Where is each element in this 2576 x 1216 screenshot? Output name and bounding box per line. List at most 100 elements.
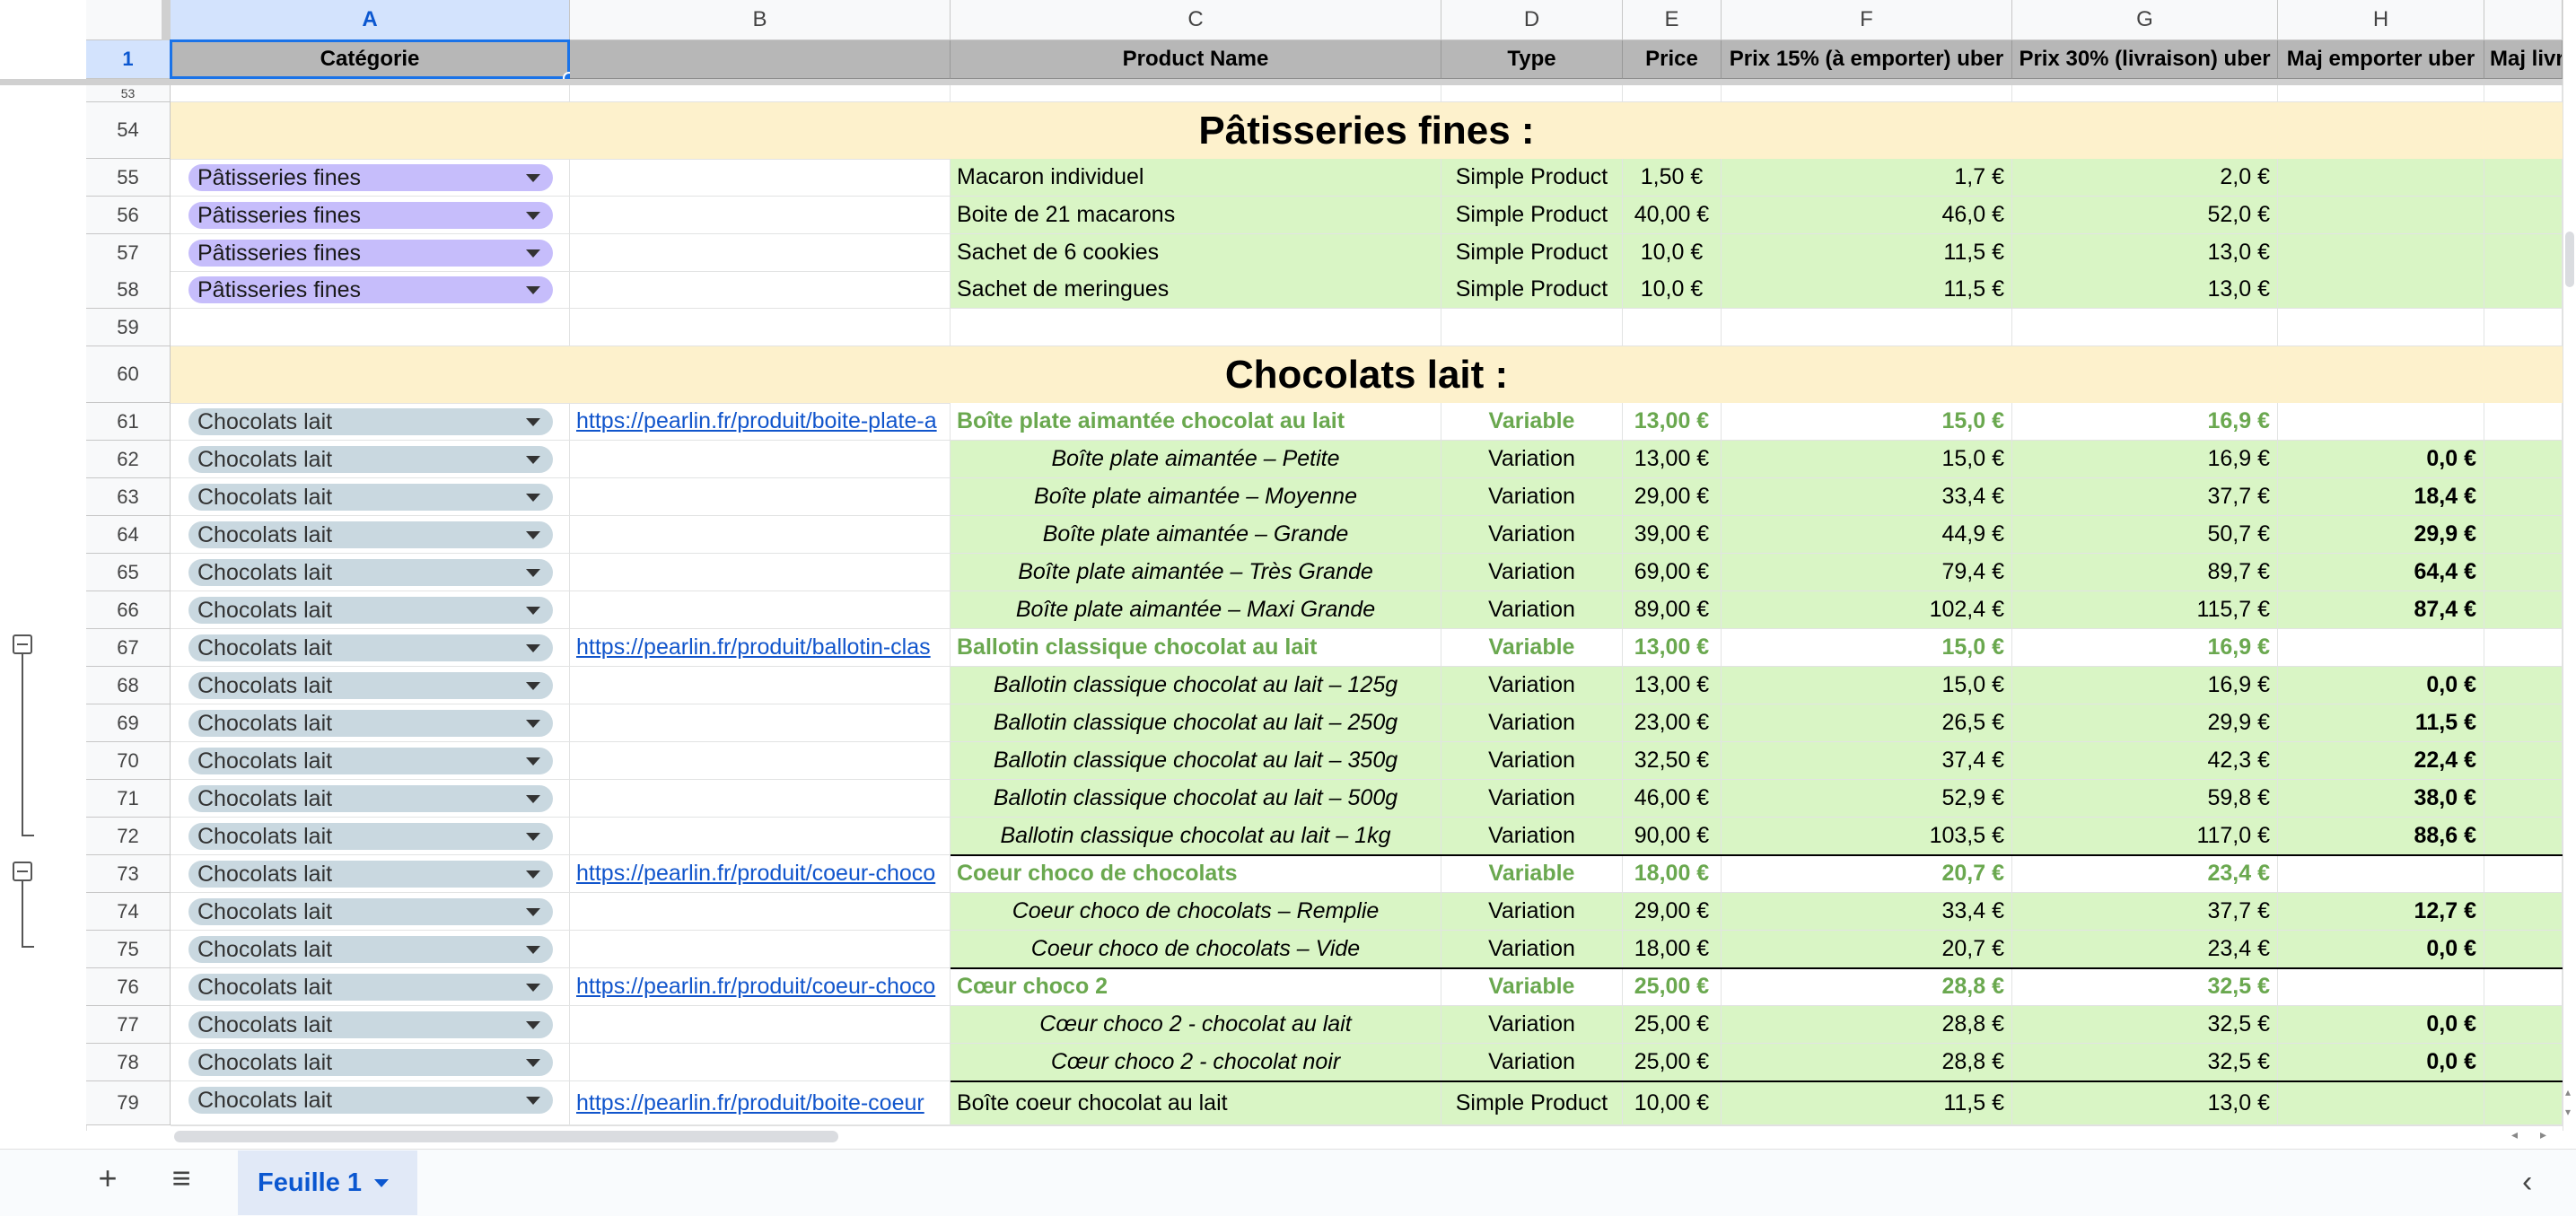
dropdown-arrow-icon[interactable] [526,908,540,916]
maj-emporter-cell[interactable]: 0,0 € [2278,931,2484,968]
empty-cell[interactable] [2278,85,2484,102]
maj-livraison-cell[interactable] [2484,197,2563,234]
maj-livraison-cell[interactable] [2484,893,2563,931]
type-cell[interactable]: Variation [1441,478,1623,516]
maj-livraison-cell[interactable] [2484,1044,2563,1081]
row-header-65[interactable]: 65 [86,554,171,591]
maj-livraison-cell[interactable] [2484,159,2563,197]
maj-livraison-cell[interactable] [2484,931,2563,968]
product-name-cell[interactable]: Ballotin classique chocolat au lait – 1k… [951,818,1441,855]
row-header-71[interactable]: 71 [86,780,171,818]
empty-cell[interactable] [171,85,570,102]
price-cell[interactable]: 1,50 € [1623,159,1722,197]
price-cell[interactable]: 25,00 € [1623,968,1722,1006]
header-cell-product-name[interactable]: Product Name [951,40,1441,79]
maj-livraison-cell[interactable] [2484,478,2563,516]
prix-15-cell[interactable]: 28,8 € [1722,1006,2012,1044]
link-cell[interactable]: https://pearlin.fr/produit/boite-coeur [570,1081,951,1125]
maj-emporter-cell[interactable]: 18,4 € [2278,478,2484,516]
product-name-cell[interactable]: Boîte plate aimantée – Très Grande [951,554,1441,591]
prix-15-cell[interactable]: 20,7 € [1722,855,2012,893]
maj-livraison-cell[interactable] [2484,516,2563,554]
row-header-73[interactable]: 73 [86,855,171,893]
prix-30-cell[interactable]: 117,0 € [2012,818,2278,855]
type-cell[interactable]: Variation [1441,1006,1623,1044]
maj-livraison-cell[interactable] [2484,271,2563,309]
row-header-1[interactable]: 1 [86,40,171,79]
maj-emporter-cell[interactable]: 64,4 € [2278,554,2484,591]
prix-30-cell[interactable]: 42,3 € [2012,742,2278,780]
empty-cell[interactable] [1722,309,2012,346]
link-cell[interactable] [570,554,951,591]
type-cell[interactable]: Variation [1441,931,1623,968]
prix-15-cell[interactable]: 15,0 € [1722,441,2012,478]
price-cell[interactable]: 13,00 € [1623,403,1722,441]
link-cell[interactable] [570,516,951,554]
maj-emporter-cell[interactable] [2278,1081,2484,1125]
empty-cell[interactable] [2012,309,2278,346]
prix-15-cell[interactable]: 33,4 € [1722,478,2012,516]
row-header-70[interactable]: 70 [86,742,171,780]
scroll-up-arrow-icon[interactable]: ▴ [2565,1086,2571,1098]
link-cell[interactable] [570,441,951,478]
maj-livraison-cell[interactable] [2484,554,2563,591]
empty-cell[interactable] [2278,309,2484,346]
type-cell[interactable]: Simple Product [1441,271,1623,309]
section-title-patisseries[interactable]: Pâtisseries fines : [171,102,2563,160]
price-cell[interactable]: 18,00 € [1623,931,1722,968]
type-cell[interactable]: Variation [1441,1044,1623,1081]
category-dropdown-chip[interactable]: Chocolats lait [188,521,553,548]
freeze-divider[interactable] [0,79,2563,85]
row-header-61[interactable]: 61 [86,403,171,441]
maj-emporter-cell[interactable] [2278,159,2484,197]
category-dropdown-chip[interactable]: Chocolats lait [188,823,553,850]
dropdown-arrow-icon[interactable] [526,418,540,426]
price-cell[interactable]: 29,00 € [1623,478,1722,516]
row-header-54[interactable]: 54 [86,102,171,159]
corner-freeze-bar[interactable] [162,0,171,40]
category-dropdown-chip[interactable]: Chocolats lait [188,1049,553,1076]
type-cell[interactable]: Variable [1441,968,1623,1006]
product-link[interactable]: https://pearlin.fr/produit/ballotin-clas [576,634,931,660]
product-link[interactable]: https://pearlin.fr/produit/boite-coeur [576,1090,924,1116]
row-header-59[interactable]: 59 [86,309,171,346]
empty-cell[interactable] [951,309,1441,346]
dropdown-arrow-icon[interactable] [526,682,540,690]
row-header-66[interactable]: 66 [86,591,171,629]
dropdown-arrow-icon[interactable] [526,174,540,182]
dropdown-arrow-icon[interactable] [526,607,540,615]
dropdown-arrow-icon[interactable] [526,720,540,728]
product-name-cell[interactable]: Macaron individuel [951,159,1441,197]
category-dropdown-chip[interactable]: Chocolats lait [188,861,553,888]
product-name-cell[interactable]: Boîte plate aimantée chocolat au lait [951,403,1441,441]
prix-30-cell[interactable]: 2,0 € [2012,159,2278,197]
dropdown-arrow-icon[interactable] [526,833,540,841]
row-header-78[interactable]: 78 [86,1044,171,1081]
price-cell[interactable]: 32,50 € [1623,742,1722,780]
price-cell[interactable]: 40,00 € [1623,197,1722,234]
maj-emporter-cell[interactable] [2278,968,2484,1006]
maj-emporter-cell[interactable] [2278,855,2484,893]
maj-livraison-cell[interactable] [2484,403,2563,441]
empty-cell[interactable] [1722,85,2012,102]
maj-livraison-cell[interactable] [2484,629,2563,667]
header-cell-b[interactable] [570,40,951,79]
link-cell[interactable]: https://pearlin.fr/produit/boite-plate-a [570,403,951,441]
type-cell[interactable]: Simple Product [1441,234,1623,272]
price-cell[interactable]: 18,00 € [1623,855,1722,893]
dropdown-arrow-icon[interactable] [526,531,540,539]
maj-emporter-cell[interactable]: 38,0 € [2278,780,2484,818]
dropdown-arrow-icon[interactable] [526,494,540,502]
dropdown-arrow-icon[interactable] [526,795,540,803]
row-header-79[interactable]: 79 [86,1081,171,1125]
maj-livraison-cell[interactable] [2484,818,2563,855]
category-dropdown-chip[interactable]: Chocolats lait [188,898,553,925]
link-cell[interactable]: https://pearlin.fr/produit/coeur-choco [570,968,951,1006]
link-cell[interactable] [570,931,951,968]
product-name-cell[interactable]: Ballotin classique chocolat au lait – 35… [951,742,1441,780]
category-dropdown-chip[interactable]: Chocolats lait [188,408,553,435]
horizontal-scroll-thumb[interactable] [174,1131,838,1142]
link-cell[interactable] [570,1006,951,1044]
type-cell[interactable]: Variable [1441,403,1623,441]
category-dropdown-chip[interactable]: Chocolats lait [188,597,553,624]
